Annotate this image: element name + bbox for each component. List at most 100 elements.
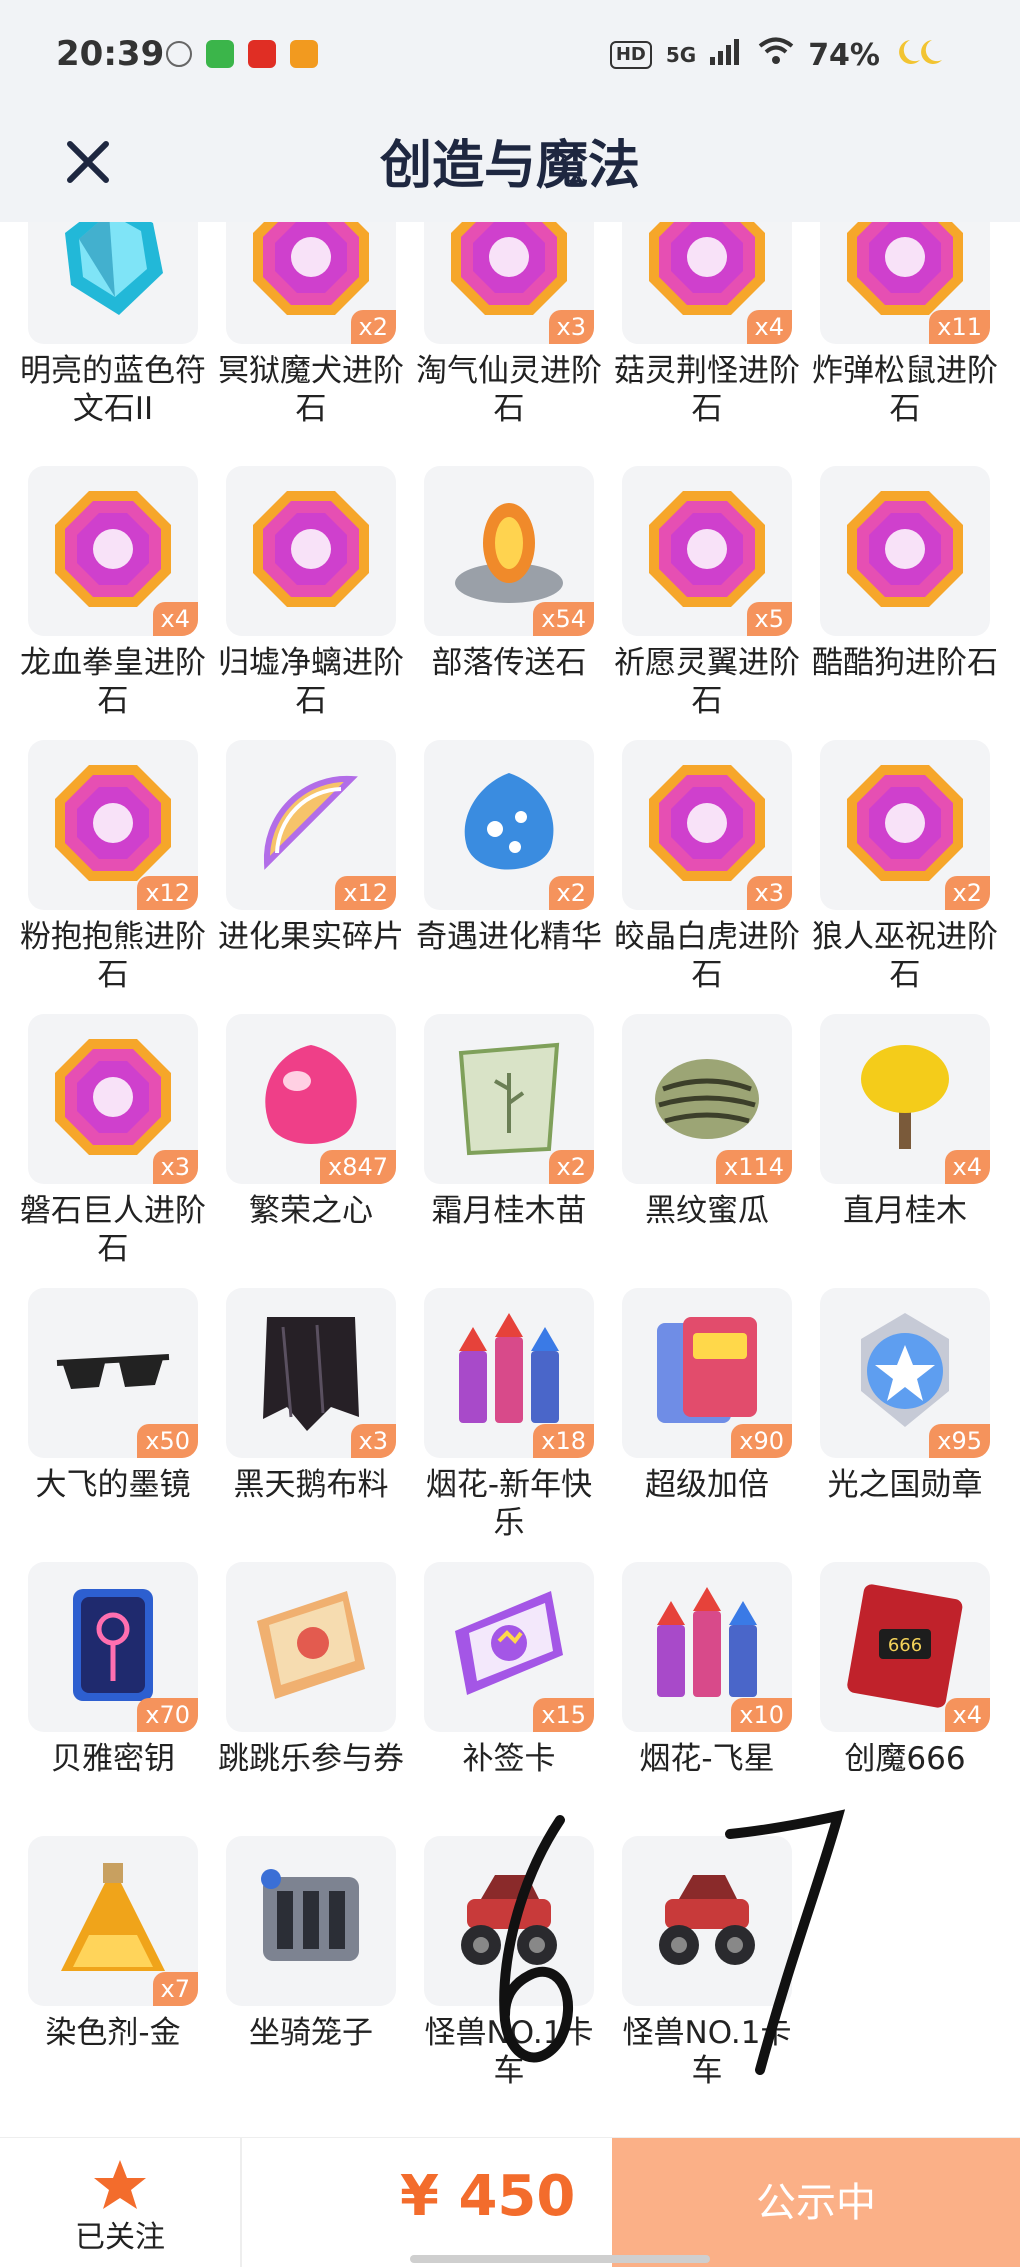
- grid-item[interactable]: x90 超级加倍: [594, 1288, 792, 1558]
- item-card: x4: [622, 222, 792, 344]
- grid-item[interactable]: 明亮的蓝色符文石II: [0, 222, 206, 444]
- item-card: [820, 466, 990, 636]
- item-name: 粉抱抱熊进阶石: [20, 919, 206, 993]
- item-count-badge: x12: [137, 876, 198, 910]
- notification-icons: [166, 40, 318, 68]
- item-card: x50: [28, 1288, 198, 1458]
- grid-item[interactable]: x12 粉抱抱熊进阶石: [0, 740, 206, 1010]
- item-count-badge: x11: [929, 310, 990, 344]
- grid-item[interactable]: 跳跳乐参与券: [198, 1562, 404, 1832]
- item-name: 冥狱魔犬进阶石: [218, 353, 404, 427]
- item-count-badge: x4: [944, 1698, 990, 1732]
- item-card: [28, 222, 198, 344]
- item-name: 龙血拳皇进阶石: [20, 645, 206, 719]
- grid-item[interactable]: 666 x4 创魔666: [792, 1562, 990, 1832]
- grid-item[interactable]: x2 奇遇进化精华: [396, 740, 602, 1010]
- grid-item[interactable]: 酷酷狗进阶石: [792, 466, 998, 736]
- grid-item[interactable]: x70 贝雅密钥: [0, 1562, 198, 1832]
- item-count-badge: x90: [731, 1424, 792, 1458]
- item-count-badge: x2: [548, 1150, 594, 1184]
- item-name: 超级加倍: [645, 1467, 769, 1503]
- item-name: 贝雅密钥: [51, 1741, 175, 1777]
- pink-gem-icon: [247, 222, 375, 325]
- item-count-badge: x2: [350, 310, 396, 344]
- shop-app-icon: [290, 40, 318, 68]
- item-card: x18: [424, 1288, 594, 1458]
- teleport-stone-icon: [445, 485, 573, 617]
- item-count-badge: x4: [746, 310, 792, 344]
- grid-item[interactable]: x12 进化果实碎片: [198, 740, 404, 1010]
- item-name: 染色剂-金: [45, 2015, 181, 2051]
- grid-item[interactable]: x95 光之国勋章: [792, 1288, 990, 1558]
- bottom-bar: 已关注 ¥ 450 公示中: [0, 2137, 1020, 2267]
- item-count-badge: x7: [152, 1972, 198, 2006]
- close-button[interactable]: [56, 130, 120, 194]
- mount-cage-icon: [247, 1855, 375, 1987]
- status-right: HD 5G 74%: [609, 36, 950, 74]
- grid-item[interactable]: x3 黑天鹅布料: [198, 1288, 396, 1558]
- item-card: [226, 466, 396, 636]
- follow-button[interactable]: 已关注: [0, 2138, 240, 2267]
- grid-item[interactable]: 怪兽NO.1卡车: [396, 1836, 594, 2102]
- grid-item[interactable]: x4 直月桂木: [792, 1014, 990, 1284]
- grid-item[interactable]: x2 狼人巫祝进阶石: [792, 740, 998, 1010]
- public-status-button[interactable]: 公示中: [612, 2138, 1020, 2267]
- item-card: [226, 1836, 396, 2006]
- grid-item[interactable]: 坐骑笼子: [198, 1836, 396, 2102]
- item-card: x7: [28, 1836, 198, 2006]
- grid-item[interactable]: x114 黑纹蜜瓜: [594, 1014, 792, 1284]
- grid-item[interactable]: x3 磐石巨人进阶石: [0, 1014, 206, 1284]
- grid-item[interactable]: x15 补签卡: [396, 1562, 594, 1832]
- grid-item[interactable]: x847 繁荣之心: [198, 1014, 396, 1284]
- grid-item[interactable]: x11 炸弹松鼠进阶石: [792, 222, 998, 444]
- pink-gem-icon: [643, 485, 771, 617]
- item-name: 补签卡: [462, 1741, 556, 1777]
- page-title: 创造与魔法: [379, 136, 640, 196]
- item-name: 跳跳乐参与券: [218, 1741, 404, 1777]
- item-name: 黑纹蜜瓜: [645, 1193, 769, 1229]
- monster-truck-icon: [445, 1855, 573, 1987]
- item-count-badge: x2: [944, 876, 990, 910]
- item-name: 进化果实碎片: [218, 919, 404, 955]
- grid-item[interactable]: x2 冥狱魔犬进阶石: [198, 222, 404, 444]
- item-card: x12: [28, 740, 198, 910]
- pink-gem-icon: [643, 222, 771, 325]
- item-card: x54: [424, 466, 594, 636]
- grid-item[interactable]: x2 霜月桂木苗: [396, 1014, 594, 1284]
- melon-icon: [643, 1033, 771, 1165]
- item-name: 酷酷狗进阶石: [812, 645, 998, 681]
- item-name: 怪兽NO.1卡车: [622, 2015, 792, 2089]
- grid-item[interactable]: x7 染色剂-金: [0, 1836, 198, 2102]
- grid-item[interactable]: 归墟净螭进阶石: [198, 466, 404, 736]
- grid-item[interactable]: x18 烟花-新年快乐: [396, 1288, 594, 1558]
- item-name: 归墟净螭进阶石: [218, 645, 404, 719]
- item-count-badge: x3: [350, 1424, 396, 1458]
- grid-item[interactable]: x4 龙血拳皇进阶石: [0, 466, 206, 736]
- grid-item[interactable]: 怪兽NO.1卡车: [594, 1836, 792, 2102]
- gold-potion-icon: [49, 1855, 177, 1987]
- item-card: [622, 1836, 792, 2006]
- grid-item[interactable]: x3 皎晶白虎进阶石: [594, 740, 800, 1010]
- grid-item[interactable]: x5 祈愿灵翼进阶石: [594, 466, 800, 736]
- item-card: x5: [622, 466, 792, 636]
- home-indicator: [410, 2255, 710, 2263]
- item-grid: 明亮的蓝色符文石II x2 冥狱魔犬进阶石 x3 淘气仙灵进阶石 x4 菇灵荆怪进阶石 x11…: [0, 222, 1020, 2102]
- grid-item[interactable]: x4 菇灵荆怪进阶石: [594, 222, 800, 444]
- item-count-badge: x18: [533, 1424, 594, 1458]
- pink-gem-icon: [49, 759, 177, 891]
- item-name: 烟花-新年快乐: [425, 1467, 593, 1541]
- grid-item[interactable]: x10 烟花-飞星: [594, 1562, 792, 1832]
- grid-item[interactable]: x50 大飞的墨镜: [0, 1288, 198, 1558]
- grid-item[interactable]: x54 部落传送石: [396, 466, 594, 736]
- item-name: 磐石巨人进阶石: [20, 1193, 206, 1267]
- item-card: [424, 1836, 594, 2006]
- item-name: 霜月桂木苗: [431, 1193, 587, 1229]
- grid-item[interactable]: x3 淘气仙灵进阶石: [396, 222, 602, 444]
- item-name: 光之国勋章: [827, 1467, 983, 1503]
- item-card: x12: [226, 740, 396, 910]
- close-icon: [67, 141, 109, 183]
- item-count-badge: x3: [548, 310, 594, 344]
- tree-icon: [841, 1033, 969, 1165]
- item-count-badge: x12: [335, 876, 396, 910]
- item-name: 祈愿灵翼进阶石: [614, 645, 800, 719]
